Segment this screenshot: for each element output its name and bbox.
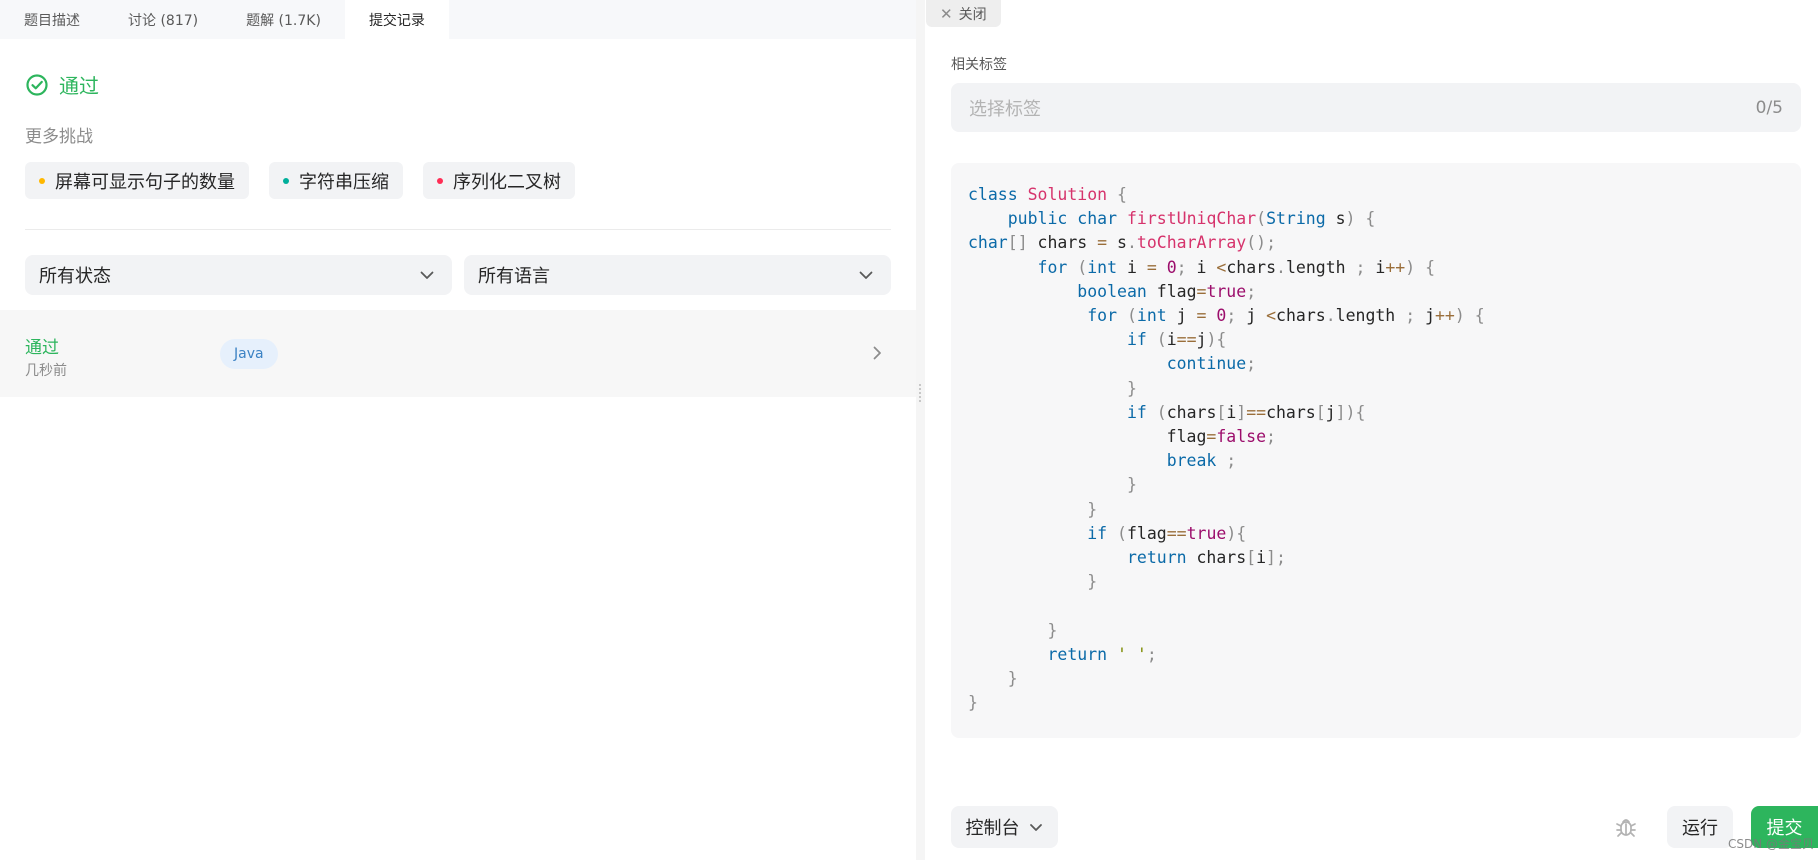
debug-bug-icon[interactable]: [1613, 814, 1639, 840]
tab-description[interactable]: 题目描述: [0, 0, 104, 39]
chevron-right-icon: [873, 346, 881, 360]
tags-label: 相关标签: [951, 57, 1007, 73]
challenge-chip[interactable]: 屏幕可显示句子的数量: [25, 162, 249, 199]
submission-filters: 所有状态 所有语言: [25, 255, 891, 295]
app-root: 题目描述 讨论 (817) 题解 (1.7K) 提交记录 通过 更多挑战 屏幕可…: [0, 0, 1818, 860]
chevron-down-icon: [859, 271, 873, 279]
difficulty-dot-icon: [283, 177, 289, 184]
challenge-chip[interactable]: 序列化二叉树: [423, 162, 575, 199]
result-status-label: 通过: [59, 74, 99, 98]
more-challenges-title: 更多挑战: [25, 127, 93, 147]
challenge-chips: 屏幕可显示句子的数量 字符串压缩 序列化二叉树: [25, 162, 575, 199]
close-button-label: 关闭: [958, 6, 987, 23]
language-badge: Java: [220, 339, 278, 369]
tags-input[interactable]: 选择标签 0/5: [951, 83, 1801, 132]
tags-count: 0/5: [1755, 97, 1783, 118]
challenge-chip-label: 字符串压缩: [299, 171, 389, 193]
status-filter-select[interactable]: 所有状态: [25, 255, 452, 295]
problem-tabs: 题目描述 讨论 (817) 题解 (1.7K) 提交记录: [0, 0, 916, 39]
tab-discussion[interactable]: 讨论 (817): [104, 0, 222, 39]
language-filter-select[interactable]: 所有语言: [464, 255, 891, 295]
challenge-chip-label: 序列化二叉树: [453, 171, 561, 193]
console-button-label: 控制台: [965, 818, 1020, 839]
right-pane: ✕ 关闭 相关标签 选择标签 0/5 class Solution { publ…: [925, 0, 1818, 860]
drag-handle-icon: [919, 384, 921, 402]
close-button[interactable]: ✕ 关闭: [926, 0, 1001, 27]
result-status: 通过: [25, 70, 99, 99]
difficulty-dot-icon: [39, 177, 45, 184]
tab-submissions[interactable]: 提交记录: [344, 0, 449, 39]
check-circle-icon: [26, 73, 48, 96]
left-pane: 题目描述 讨论 (817) 题解 (1.7K) 提交记录 通过 更多挑战 屏幕可…: [0, 0, 916, 860]
chevron-down-icon: [1029, 824, 1042, 831]
submission-row[interactable]: 通过 几秒前 Java: [0, 310, 916, 397]
submission-status: 通过: [25, 338, 59, 358]
watermark: CSDN @金宝贝: [1727, 837, 1814, 851]
tags-placeholder: 选择标签: [969, 98, 1041, 120]
challenge-chip-label: 屏幕可显示句子的数量: [55, 171, 235, 193]
console-button[interactable]: 控制台: [951, 806, 1058, 848]
submission-time: 几秒前: [25, 363, 67, 379]
difficulty-dot-icon: [437, 177, 443, 184]
pane-resizer[interactable]: [916, 0, 925, 860]
chevron-down-icon: [420, 271, 434, 279]
code-editor[interactable]: class Solution { public char firstUniqCh…: [951, 163, 1801, 738]
code-content: class Solution { public char firstUniqCh…: [968, 185, 1485, 713]
tab-solutions[interactable]: 题解 (1.7K): [222, 0, 345, 39]
close-icon: ✕: [940, 4, 953, 23]
language-filter-value: 所有语言: [478, 266, 550, 287]
run-button[interactable]: 运行: [1667, 806, 1733, 848]
challenge-chip[interactable]: 字符串压缩: [269, 162, 403, 199]
status-filter-value: 所有状态: [39, 266, 111, 287]
section-divider: [25, 229, 891, 230]
